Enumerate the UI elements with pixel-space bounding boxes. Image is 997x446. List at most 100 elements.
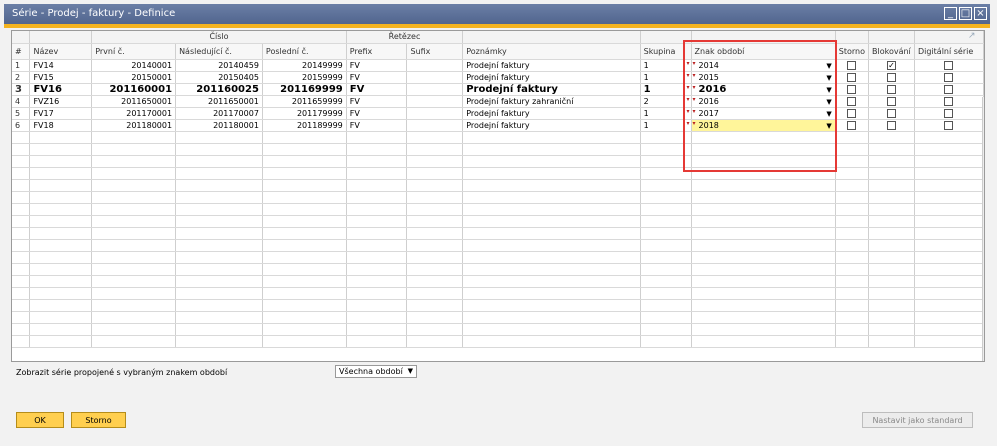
empty-cell[interactable] [12, 227, 31, 240]
cell-blokovani[interactable] [868, 95, 915, 108]
cell-nasledujici[interactable]: 2011650001 [175, 95, 263, 108]
storno-button[interactable]: Storno [71, 412, 126, 428]
empty-cell[interactable] [175, 335, 263, 348]
cell-storno[interactable] [835, 119, 869, 132]
empty-cell[interactable] [835, 311, 869, 324]
cell-blokovani[interactable] [868, 71, 915, 84]
empty-cell[interactable] [346, 263, 408, 276]
empty-cell[interactable] [691, 311, 836, 324]
empty-cell[interactable] [175, 215, 263, 228]
empty-cell[interactable] [175, 263, 263, 276]
empty-row[interactable] [12, 311, 984, 324]
empty-cell[interactable] [462, 275, 641, 288]
empty-row[interactable] [12, 275, 984, 288]
empty-cell[interactable] [914, 263, 984, 276]
empty-cell[interactable] [914, 335, 984, 348]
empty-cell[interactable] [406, 263, 464, 276]
cell-prefix[interactable]: FV [346, 71, 408, 84]
empty-cell[interactable] [462, 167, 641, 180]
empty-cell[interactable] [262, 167, 347, 180]
empty-cell[interactable] [91, 131, 177, 144]
empty-cell[interactable] [406, 215, 464, 228]
empty-cell[interactable] [346, 131, 408, 144]
empty-cell[interactable] [262, 203, 347, 216]
empty-cell[interactable] [406, 251, 464, 264]
empty-cell[interactable] [868, 311, 915, 324]
empty-cell[interactable] [462, 251, 641, 264]
empty-cell[interactable] [835, 251, 869, 264]
cell-sufix[interactable] [406, 71, 464, 84]
empty-cell[interactable] [868, 143, 915, 156]
col-header-posledni[interactable]: Poslední č. [262, 43, 347, 60]
empty-cell[interactable] [868, 155, 915, 168]
empty-cell[interactable] [91, 251, 177, 264]
cell-digitalni[interactable] [914, 83, 984, 96]
empty-cell[interactable] [691, 251, 836, 264]
empty-cell[interactable] [29, 251, 93, 264]
empty-cell[interactable] [175, 191, 263, 204]
empty-cell[interactable] [29, 143, 93, 156]
cell-num[interactable]: 5 [12, 107, 31, 120]
empty-cell[interactable] [346, 227, 408, 240]
empty-cell[interactable] [835, 191, 869, 204]
col-header-nasledujici[interactable]: Následující č. [175, 43, 263, 60]
empty-cell[interactable] [406, 287, 464, 300]
empty-cell[interactable] [12, 155, 31, 168]
cell-storno[interactable] [835, 59, 869, 72]
empty-cell[interactable] [868, 203, 915, 216]
empty-cell[interactable] [640, 287, 692, 300]
empty-cell[interactable] [262, 215, 347, 228]
empty-cell[interactable] [914, 287, 984, 300]
cell-prvni[interactable]: 201160001 [91, 83, 177, 96]
empty-cell[interactable] [462, 287, 641, 300]
storno-checkbox[interactable] [847, 121, 857, 130]
empty-cell[interactable] [691, 203, 836, 216]
storno-checkbox[interactable] [847, 84, 857, 94]
empty-cell[interactable] [91, 179, 177, 192]
digitalni-checkbox[interactable] [944, 73, 954, 82]
empty-cell[interactable] [914, 179, 984, 192]
cell-poznamky[interactable]: Prodejní faktury [462, 83, 641, 96]
empty-cell[interactable] [175, 323, 263, 336]
blokovani-checkbox[interactable] [886, 109, 896, 118]
empty-cell[interactable] [175, 143, 263, 156]
empty-cell[interactable] [835, 167, 869, 180]
empty-cell[interactable] [262, 311, 347, 324]
empty-cell[interactable] [914, 155, 984, 168]
cell-prvni[interactable]: 20150001 [91, 71, 177, 84]
cell-nasledujici[interactable]: 201180001 [175, 119, 263, 132]
empty-cell[interactable] [868, 179, 915, 192]
empty-cell[interactable] [262, 299, 347, 312]
empty-cell[interactable] [835, 203, 869, 216]
storno-checkbox[interactable] [847, 109, 857, 118]
empty-cell[interactable] [640, 299, 692, 312]
empty-cell[interactable] [91, 311, 177, 324]
empty-cell[interactable] [91, 299, 177, 312]
empty-cell[interactable] [406, 191, 464, 204]
maximize-icon[interactable]: □ [959, 7, 972, 20]
cell-prefix[interactable]: FV [346, 107, 408, 120]
empty-cell[interactable] [914, 167, 984, 180]
empty-cell[interactable] [346, 155, 408, 168]
empty-cell[interactable] [175, 287, 263, 300]
empty-cell[interactable] [914, 275, 984, 288]
empty-cell[interactable] [12, 311, 31, 324]
empty-cell[interactable] [12, 215, 31, 228]
cell-blokovani[interactable]: ✓ [868, 59, 915, 72]
empty-cell[interactable] [12, 335, 31, 348]
empty-cell[interactable] [346, 191, 408, 204]
empty-cell[interactable] [91, 287, 177, 300]
empty-cell[interactable] [868, 275, 915, 288]
empty-cell[interactable] [262, 131, 347, 144]
cell-digitalni[interactable] [914, 95, 984, 108]
blokovani-checkbox[interactable] [886, 97, 896, 106]
empty-cell[interactable] [406, 275, 464, 288]
empty-cell[interactable] [175, 227, 263, 240]
empty-cell[interactable] [91, 239, 177, 252]
empty-cell[interactable] [262, 251, 347, 264]
empty-cell[interactable] [91, 215, 177, 228]
table-row[interactable]: 2 FV15 20150001 20150405 20159999 FV Prodejní … [12, 71, 984, 84]
empty-row[interactable] [12, 179, 984, 192]
empty-cell[interactable] [406, 335, 464, 348]
empty-row[interactable] [12, 239, 984, 252]
